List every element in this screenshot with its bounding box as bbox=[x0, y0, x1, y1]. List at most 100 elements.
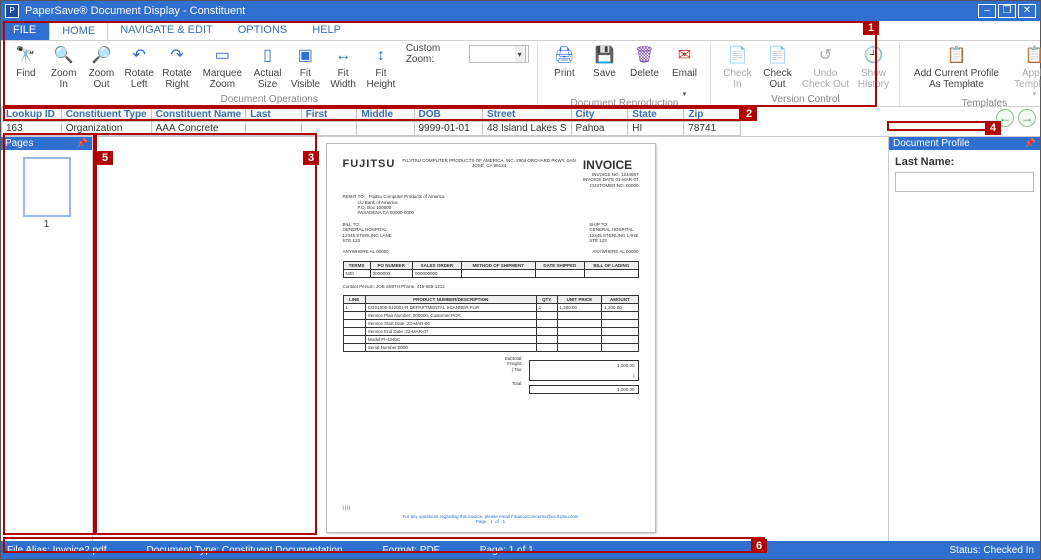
invoice-total-label: Total: bbox=[512, 381, 523, 394]
annotation-marker-3: 3 bbox=[303, 151, 319, 165]
invoice-total-value: 1,200.00 bbox=[529, 386, 638, 394]
grid-cell: Organization bbox=[61, 122, 151, 136]
grid-header-middle[interactable]: Middle bbox=[357, 108, 414, 122]
invoice-anywhere-r: ANYWHERE AL 00000 bbox=[592, 249, 638, 254]
fit-visible-button[interactable]: ▣Fit Visible bbox=[286, 43, 324, 91]
rotate-left-button[interactable]: ↶Rotate Left bbox=[120, 43, 158, 91]
invoice-subtotal-labels: Subtotal: Freight: ( Tax: bbox=[505, 356, 523, 381]
page-thumbnail[interactable] bbox=[24, 158, 70, 216]
invoice-contact: Contact Person: JOE SMITH Phone: 415-555… bbox=[343, 284, 639, 289]
grid-data-row[interactable]: 163OrganizationAAA Concrete9999-01-0148 … bbox=[2, 122, 741, 136]
grid-header-constituent-name[interactable]: Constituent Name bbox=[151, 108, 246, 122]
fit-height-icon: ↕ bbox=[369, 45, 393, 67]
fit-width-button[interactable]: ↔Fit Width bbox=[324, 43, 362, 91]
barcode-icon: |||| bbox=[343, 505, 352, 510]
add-template-icon: 📋 bbox=[944, 45, 968, 67]
grid-header-lookup-id[interactable]: Lookup ID bbox=[2, 108, 62, 122]
ribbon-group-document-reproduction: 🖨Print 💾Save 🗑Delete ✉Email▾ Document Re… bbox=[538, 43, 711, 106]
grid-header-street[interactable]: Street bbox=[483, 108, 572, 122]
email-icon: ✉ bbox=[672, 45, 696, 67]
menu-options[interactable]: OPTIONS bbox=[226, 21, 301, 40]
document-viewer[interactable]: FUJITSU FUJITSU COMPUTER PRODUCTS OF AME… bbox=[93, 137, 888, 541]
check-out-icon: 📄 bbox=[765, 45, 789, 67]
minimize-button[interactable]: – bbox=[978, 4, 996, 18]
invoice-brand-sub: FUJITSU COMPUTER PRODUCTS OF AMERICA, IN… bbox=[395, 158, 582, 188]
zoom-out-button[interactable]: 🔎Zoom Out bbox=[83, 43, 121, 91]
zoom-in-icon: 🔍 bbox=[52, 45, 76, 67]
custom-zoom-label: Custom Zoom: bbox=[406, 43, 465, 65]
annotation-marker-5: 5 bbox=[97, 151, 113, 165]
actual-size-button[interactable]: ▯Actual Size bbox=[249, 43, 287, 91]
close-window-button[interactable]: ✕ bbox=[1018, 4, 1036, 18]
rotate-right-icon: ↷ bbox=[165, 45, 189, 67]
pin-icon[interactable]: 📌 bbox=[1025, 138, 1036, 149]
ribbon-group-label-version: Version Control bbox=[717, 94, 893, 106]
delete-button[interactable]: 🗑Delete bbox=[624, 43, 664, 91]
grid-cell bbox=[246, 122, 302, 136]
zoom-in-button[interactable]: 🔍Zoom In bbox=[45, 43, 83, 91]
grid-cell: HI bbox=[628, 122, 684, 136]
pages-panel-header: Pages 📌 bbox=[1, 137, 92, 150]
menu-help[interactable]: HELP bbox=[300, 21, 354, 40]
apply-template-button[interactable]: 📋Apply Template▾ bbox=[1006, 43, 1041, 98]
invoice-table-1: TERMSPO NUMBERSALES ORDERMETHOD OF SHIPM… bbox=[343, 261, 639, 278]
grid-header-state[interactable]: State bbox=[628, 108, 684, 122]
annotation-marker-6: 6 bbox=[751, 539, 767, 553]
menu-file[interactable]: FILE bbox=[1, 21, 49, 40]
grid-header-city[interactable]: City bbox=[571, 108, 628, 122]
ribbon-group-label-docops: Document Operations bbox=[7, 94, 531, 106]
last-name-input[interactable] bbox=[895, 172, 1034, 192]
check-in-button[interactable]: 📄Check In bbox=[717, 43, 757, 91]
app-icon: P bbox=[5, 4, 19, 18]
invoice-remit: REMIT TO: Fujitsu Computer Products of A… bbox=[343, 194, 639, 216]
add-profile-template-button[interactable]: 📋Add Current Profile As Template bbox=[906, 43, 1006, 91]
find-button[interactable]: 🔭Find bbox=[7, 43, 45, 91]
grid-header-constituent-type[interactable]: Constituent Type bbox=[61, 108, 151, 122]
print-button[interactable]: 🖨Print bbox=[544, 43, 584, 91]
rotate-right-button[interactable]: ↷Rotate Right bbox=[158, 43, 196, 91]
ribbon-group-version-control: 📄Check In 📄Check Out ↺Undo Check Out 🕘Sh… bbox=[711, 43, 900, 106]
status-format: Format: PDF bbox=[383, 545, 440, 556]
grid-header-first[interactable]: First bbox=[301, 108, 357, 122]
printer-icon: 🖨 bbox=[552, 45, 576, 67]
document-profile-title: Document Profile bbox=[893, 138, 970, 149]
actual-size-icon: ▯ bbox=[256, 45, 280, 67]
grid-header-last[interactable]: Last bbox=[246, 108, 302, 122]
invoice-brand: FUJITSU bbox=[343, 158, 396, 170]
chevron-down-icon: ▾ bbox=[683, 91, 687, 98]
pages-panel: Pages 📌 1 bbox=[1, 137, 93, 541]
email-button[interactable]: ✉Email▾ bbox=[664, 43, 704, 98]
check-out-button[interactable]: 📄Check Out bbox=[757, 43, 797, 91]
constituent-grid: Lookup IDConstituent TypeConstituent Nam… bbox=[1, 107, 1040, 137]
next-record-button[interactable]: → bbox=[1018, 109, 1036, 127]
marquee-zoom-button[interactable]: ▭Marquee Zoom bbox=[196, 43, 249, 91]
grid-cell: 78741 bbox=[684, 122, 741, 136]
fit-visible-icon: ▣ bbox=[293, 45, 317, 67]
grid-header-zip[interactable]: Zip bbox=[684, 108, 741, 122]
status-file-alias: File Alias: Invoice2.pdf bbox=[7, 545, 107, 556]
invoice-shipto: SHIP TO: GENERAL HOSPITAL 12345 STERLING… bbox=[589, 222, 638, 244]
show-history-button[interactable]: 🕘Show History bbox=[853, 43, 893, 91]
status-bar: File Alias: Invoice2.pdf Document Type: … bbox=[1, 541, 1040, 559]
menu-navigate-edit[interactable]: NAVIGATE & EDIT bbox=[108, 21, 226, 40]
document-page: FUJITSU FUJITSU COMPUTER PRODUCTS OF AME… bbox=[326, 143, 656, 533]
fit-height-button[interactable]: ↕Fit Height bbox=[362, 43, 400, 91]
invoice-footer: For any questions regarding this invoice… bbox=[343, 514, 639, 524]
status-status: Status: Checked In bbox=[950, 545, 1035, 556]
undo-icon: ↺ bbox=[813, 45, 837, 67]
undo-check-out-button[interactable]: ↺Undo Check Out bbox=[797, 43, 853, 91]
grid-cell: 48 Island Lakes S bbox=[483, 122, 572, 136]
save-button[interactable]: 💾Save bbox=[584, 43, 624, 91]
maximize-button[interactable]: ❐ bbox=[998, 4, 1016, 18]
ribbon-group-document-operations: 🔭Find 🔍Zoom In 🔎Zoom Out ↶Rotate Left ↷R… bbox=[1, 43, 538, 106]
grid-header-dob[interactable]: DOB bbox=[414, 108, 483, 122]
pin-icon[interactable]: 📌 bbox=[77, 138, 88, 149]
invoice-subtotal-values: 1,200.00 ) bbox=[529, 361, 638, 381]
marquee-icon: ▭ bbox=[210, 45, 234, 67]
rotate-left-icon: ↶ bbox=[127, 45, 151, 67]
custom-zoom-dropdown[interactable]: ▾ bbox=[515, 45, 526, 63]
chevron-down-icon: ▾ bbox=[1033, 91, 1037, 98]
check-in-icon: 📄 bbox=[725, 45, 749, 67]
window-title: PaperSave® Document Display - Constituen… bbox=[25, 5, 245, 17]
menu-home[interactable]: HOME bbox=[49, 21, 108, 40]
